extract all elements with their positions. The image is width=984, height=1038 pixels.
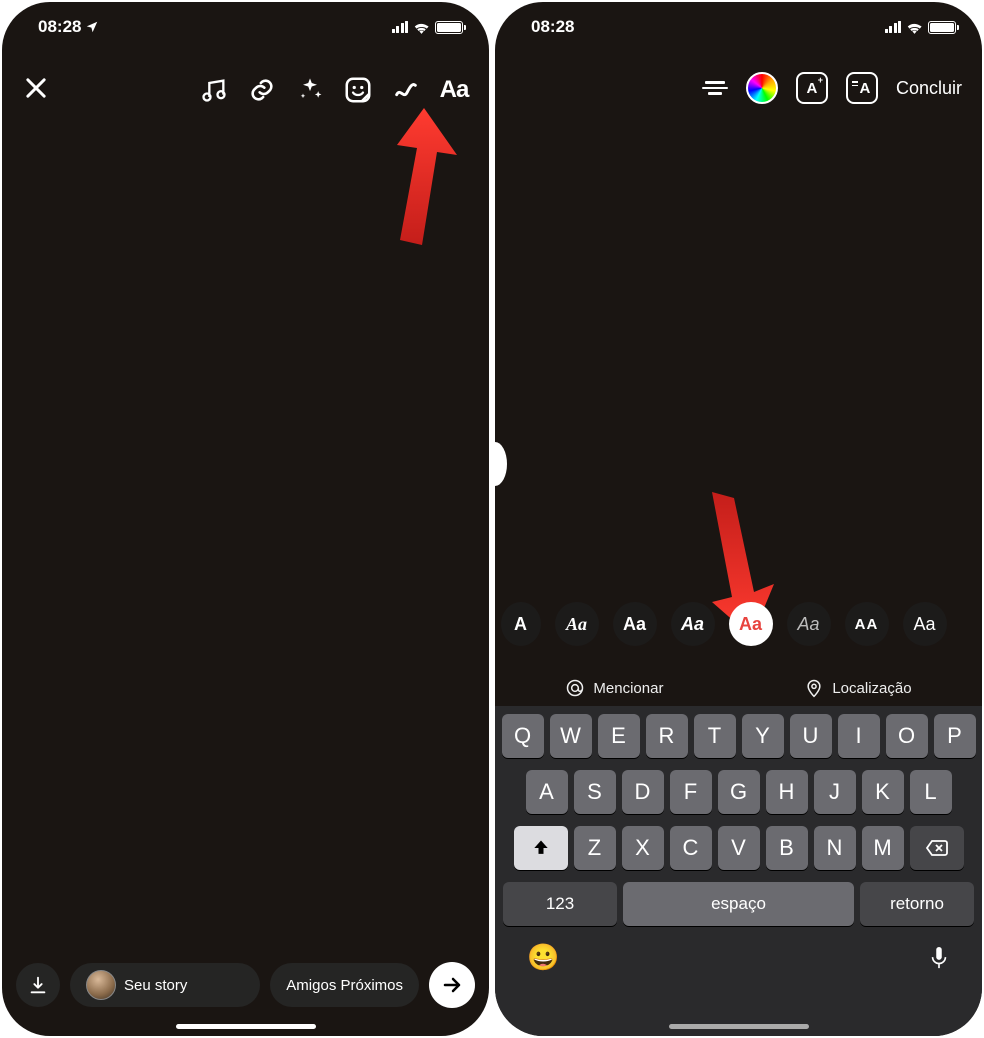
link-icon[interactable] bbox=[247, 75, 277, 105]
key-x[interactable]: X bbox=[622, 826, 664, 870]
shift-icon bbox=[531, 838, 551, 858]
battery-icon bbox=[928, 21, 956, 34]
story-bottom-bar: Seu story Amigos Próximos bbox=[16, 962, 475, 1008]
key-numbers[interactable]: 123 bbox=[503, 882, 617, 926]
font-option-selected[interactable]: Aa bbox=[729, 602, 773, 646]
music-icon[interactable] bbox=[199, 75, 229, 105]
font-option[interactable]: A bbox=[501, 602, 541, 646]
key-shift[interactable] bbox=[514, 826, 568, 870]
text-animation-button[interactable]: A bbox=[846, 72, 878, 104]
status-bar: 08:28 bbox=[2, 2, 489, 52]
keyboard-row-1: Q W E R T Y U I O P bbox=[499, 714, 978, 758]
sparkle-icon[interactable] bbox=[295, 75, 325, 105]
key-p[interactable]: P bbox=[934, 714, 976, 758]
location-arrow-icon bbox=[85, 20, 99, 34]
text-aa-icon: Aa bbox=[440, 76, 469, 104]
phone-left: 08:28 bbox=[2, 2, 489, 1036]
text-tool-button[interactable]: Aa bbox=[439, 75, 469, 105]
emoji-button[interactable]: 😀 bbox=[527, 942, 559, 973]
key-q[interactable]: Q bbox=[502, 714, 544, 758]
close-button[interactable] bbox=[22, 74, 54, 106]
annotation-arrow-left bbox=[362, 100, 472, 250]
key-r[interactable]: R bbox=[646, 714, 688, 758]
keyboard: Q W E R T Y U I O P A S D F G H J K L Z bbox=[495, 706, 982, 1036]
text-style-button[interactable]: A+ bbox=[796, 72, 828, 104]
key-c[interactable]: C bbox=[670, 826, 712, 870]
location-icon bbox=[804, 678, 824, 698]
your-story-label: Seu story bbox=[124, 977, 187, 994]
wifi-icon bbox=[906, 21, 923, 34]
key-u[interactable]: U bbox=[790, 714, 832, 758]
key-o[interactable]: O bbox=[886, 714, 928, 758]
key-b[interactable]: B bbox=[766, 826, 808, 870]
done-button[interactable]: Concluir bbox=[896, 78, 962, 99]
key-y[interactable]: Y bbox=[742, 714, 784, 758]
dictation-button[interactable] bbox=[928, 945, 950, 971]
backspace-icon bbox=[925, 838, 949, 858]
download-button[interactable] bbox=[16, 963, 60, 1007]
key-g[interactable]: G bbox=[718, 770, 760, 814]
keyboard-row-4: 123 espaço retorno bbox=[499, 882, 978, 926]
key-j[interactable]: J bbox=[814, 770, 856, 814]
font-option[interactable]: Aa bbox=[671, 602, 715, 646]
wifi-icon bbox=[413, 21, 430, 34]
keyboard-row-3: Z X C V B N M bbox=[499, 826, 978, 870]
key-z[interactable]: Z bbox=[574, 826, 616, 870]
cellular-signal-icon bbox=[392, 21, 409, 33]
key-i[interactable]: I bbox=[838, 714, 880, 758]
font-option[interactable]: Aa bbox=[613, 602, 657, 646]
location-button[interactable]: Localização bbox=[804, 678, 911, 698]
font-option[interactable]: Aa bbox=[787, 602, 831, 646]
suggestion-row: Mencionar Localização bbox=[495, 678, 982, 698]
text-align-button[interactable] bbox=[702, 81, 728, 95]
close-friends-label: Amigos Próximos bbox=[286, 977, 403, 994]
key-l[interactable]: L bbox=[910, 770, 952, 814]
home-indicator[interactable] bbox=[176, 1024, 316, 1029]
keyboard-row-2: A S D F G H J K L bbox=[499, 770, 978, 814]
story-toolbar: Aa bbox=[2, 74, 489, 106]
key-a[interactable]: A bbox=[526, 770, 568, 814]
key-f[interactable]: F bbox=[670, 770, 712, 814]
key-w[interactable]: W bbox=[550, 714, 592, 758]
mention-icon bbox=[565, 678, 585, 698]
home-indicator[interactable] bbox=[669, 1024, 809, 1029]
key-k[interactable]: K bbox=[862, 770, 904, 814]
font-picker-row: A Aa Aa Aa Aa Aa AA Aa bbox=[495, 602, 982, 646]
key-s[interactable]: S bbox=[574, 770, 616, 814]
draw-icon[interactable] bbox=[391, 75, 421, 105]
status-time: 08:28 bbox=[38, 17, 81, 37]
close-friends-button[interactable]: Amigos Próximos bbox=[270, 963, 419, 1007]
text-edit-toolbar: A+ A Concluir bbox=[495, 72, 982, 104]
font-option[interactable]: AA bbox=[845, 602, 889, 646]
key-m[interactable]: M bbox=[862, 826, 904, 870]
key-d[interactable]: D bbox=[622, 770, 664, 814]
key-e[interactable]: E bbox=[598, 714, 640, 758]
status-bar: 08:28 bbox=[495, 2, 982, 52]
cellular-signal-icon bbox=[885, 21, 902, 33]
key-return[interactable]: retorno bbox=[860, 882, 974, 926]
color-picker-button[interactable] bbox=[746, 72, 778, 104]
sticker-icon[interactable] bbox=[343, 75, 373, 105]
your-story-button[interactable]: Seu story bbox=[70, 963, 260, 1007]
send-button[interactable] bbox=[429, 962, 475, 1008]
font-option[interactable]: Aa bbox=[903, 602, 947, 646]
key-backspace[interactable] bbox=[910, 826, 964, 870]
key-h[interactable]: H bbox=[766, 770, 808, 814]
key-t[interactable]: T bbox=[694, 714, 736, 758]
text-cursor-handle[interactable] bbox=[495, 442, 507, 486]
phone-right: 08:28 A+ A Concluir A Aa Aa Aa Aa Aa AA … bbox=[495, 2, 982, 1036]
key-space[interactable]: espaço bbox=[623, 882, 854, 926]
key-v[interactable]: V bbox=[718, 826, 760, 870]
font-option[interactable]: Aa bbox=[555, 602, 599, 646]
avatar bbox=[86, 970, 116, 1000]
key-n[interactable]: N bbox=[814, 826, 856, 870]
keyboard-footer: 😀 bbox=[499, 926, 978, 981]
status-time: 08:28 bbox=[531, 17, 574, 37]
battery-icon bbox=[435, 21, 463, 34]
mention-button[interactable]: Mencionar bbox=[565, 678, 663, 698]
